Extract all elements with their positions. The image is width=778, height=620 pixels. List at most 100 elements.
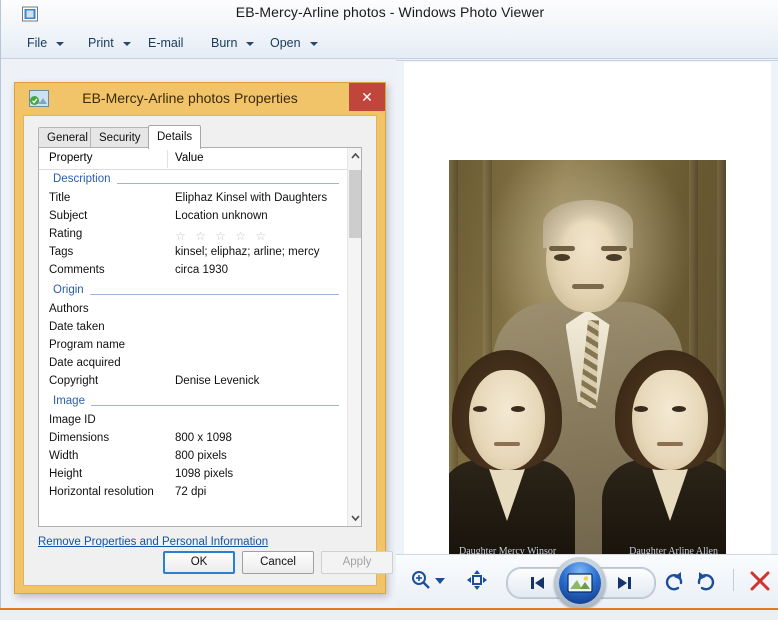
row-value[interactable]: circa 1930 [175,264,228,276]
properties-rows: Description Title Eliphaz Kinsel with Da… [39,170,347,526]
row-value[interactable]: Eliphaz Kinsel with Daughters [175,192,327,204]
properties-list[interactable]: Property Value Description Title Eliphaz… [38,147,362,527]
chevron-down-icon [309,41,318,46]
daughter-eye [511,406,525,412]
scroll-down-icon[interactable] [348,510,361,526]
cancel-button[interactable]: Cancel [242,551,314,574]
row-property: Date acquired [49,357,121,369]
close-icon[interactable]: ✕ [349,83,385,111]
group-label: Description [53,173,117,185]
row-property: Date taken [49,321,105,333]
man-eye [606,254,622,261]
row-property: Title [49,192,71,204]
menu-label-file: File [27,36,48,50]
table-row[interactable]: Comments circa 1930 [39,263,347,281]
viewer-pane: Daughter Mercy Winsor Daughter Arline Al… [396,60,778,554]
table-row[interactable]: Title Eliphaz Kinsel with Daughters [39,191,347,209]
table-row[interactable]: Image ID [39,413,347,431]
row-property: Subject [49,210,88,222]
row-property: Program name [49,339,126,351]
table-row[interactable]: Date acquired [39,356,347,374]
daughter-face [469,370,545,470]
photo-canvas[interactable]: Daughter Mercy Winsor Daughter Arline Al… [404,62,771,554]
table-row[interactable]: Subject Location unknown [39,209,347,227]
zoom-dropdown-caret-icon[interactable] [434,575,446,585]
daughter-mouth [494,442,520,446]
toolbar-separator [733,569,734,591]
menu-label-open: Open [270,36,301,50]
row-value[interactable]: 1098 pixels [175,468,233,480]
zoom-icon[interactable] [410,569,432,591]
menu-item-file[interactable]: File [23,28,68,59]
tab-general[interactable]: General [38,127,97,148]
table-row[interactable]: Copyright Denise Levenick [39,374,347,392]
remove-properties-link[interactable]: Remove Properties and Personal Informati… [38,536,268,548]
chevron-down-icon [246,41,255,46]
menu-item-open[interactable]: Open [266,28,322,59]
dialog-title: EB-Mercy-Arline photos Properties [82,90,298,106]
table-row[interactable]: Rating ☆ ☆ ☆ ☆ ☆ [39,227,347,245]
ok-button[interactable]: OK [163,551,235,574]
man-eyebrow [549,246,575,251]
rotate-counterclockwise-icon[interactable] [662,569,686,593]
daughter-right [602,350,726,554]
table-row[interactable]: Height 1098 pixels [39,467,347,485]
row-property: Tags [49,246,74,258]
rating-stars[interactable]: ☆ ☆ ☆ ☆ ☆ [175,229,269,243]
group-rule [53,294,339,295]
scrollbar-thumb[interactable] [349,170,361,238]
row-property: Copyright [49,375,99,387]
properties-scrollbar[interactable] [347,148,361,526]
man-hair [542,200,633,248]
man-mouth [571,284,604,289]
table-row[interactable]: Dimensions 800 x 1098 [39,431,347,449]
man-eyebrow [601,246,627,251]
table-row[interactable]: Authors [39,302,347,320]
table-row[interactable]: Width 800 pixels [39,449,347,467]
menu-item-email[interactable]: E-mail [144,28,187,59]
slideshow-button[interactable] [554,557,606,609]
fit-to-window-icon[interactable] [466,569,488,591]
table-row[interactable]: Date taken [39,320,347,338]
window-title: EB-Mercy-Arline photos - Windows Photo V… [235,4,545,20]
daughter-eye [634,406,648,412]
daughter-eye [672,406,686,412]
row-property: Dimensions [49,432,110,444]
group-label: Image [53,395,91,407]
menu-label-print: Print [88,36,114,50]
photo-caption-left: Daughter Mercy Winsor [459,546,557,554]
rotate-clockwise-icon[interactable] [694,569,718,593]
apply-button: Apply [321,551,393,574]
column-separator[interactable] [167,150,168,168]
tab-details[interactable]: Details [148,125,202,149]
group-rule [53,405,339,406]
window-bottom-edge [0,608,778,620]
row-value[interactable]: 800 pixels [175,450,227,462]
table-row[interactable]: Horizontal resolution 72 dpi [39,485,347,503]
photo-caption-right: Daughter Arline Allen [629,546,718,554]
menu-label-burn: Burn [211,36,238,50]
row-value[interactable]: kinsel; eliphaz; arline; mercy [175,246,319,258]
table-row[interactable]: Program name [39,338,347,356]
daughter-mouth [657,442,683,446]
dialog-button-row: OK Cancel Apply [24,551,393,575]
daughter-eye [473,406,487,412]
tab-security[interactable]: Security [90,127,150,148]
title-bar: EB-Mercy-Arline photos - Windows Photo V… [1,0,778,29]
row-value[interactable]: Denise Levenick [175,375,259,387]
chevron-down-icon [56,41,65,46]
row-value[interactable]: Location unknown [175,210,268,222]
menu-item-burn[interactable]: Burn [207,28,258,59]
photograph[interactable]: Daughter Mercy Winsor Daughter Arline Al… [449,160,726,554]
column-header-value: Value [175,152,204,164]
dialog-title-bar[interactable]: EB-Mercy-Arline photos Properties ✕ [15,83,385,115]
row-value[interactable]: 800 x 1098 [175,432,232,444]
properties-list-header: Property Value [39,148,361,170]
table-row[interactable]: Tags kinsel; eliphaz; arline; mercy [39,245,347,263]
row-property: Horizontal resolution [49,486,154,498]
delete-button[interactable] [748,569,772,593]
menu-item-print[interactable]: Print [84,28,135,59]
menu-bar: File Print E-mail Burn Open [1,28,778,59]
row-value[interactable]: 72 dpi [175,486,206,498]
scroll-up-icon[interactable] [348,148,361,164]
